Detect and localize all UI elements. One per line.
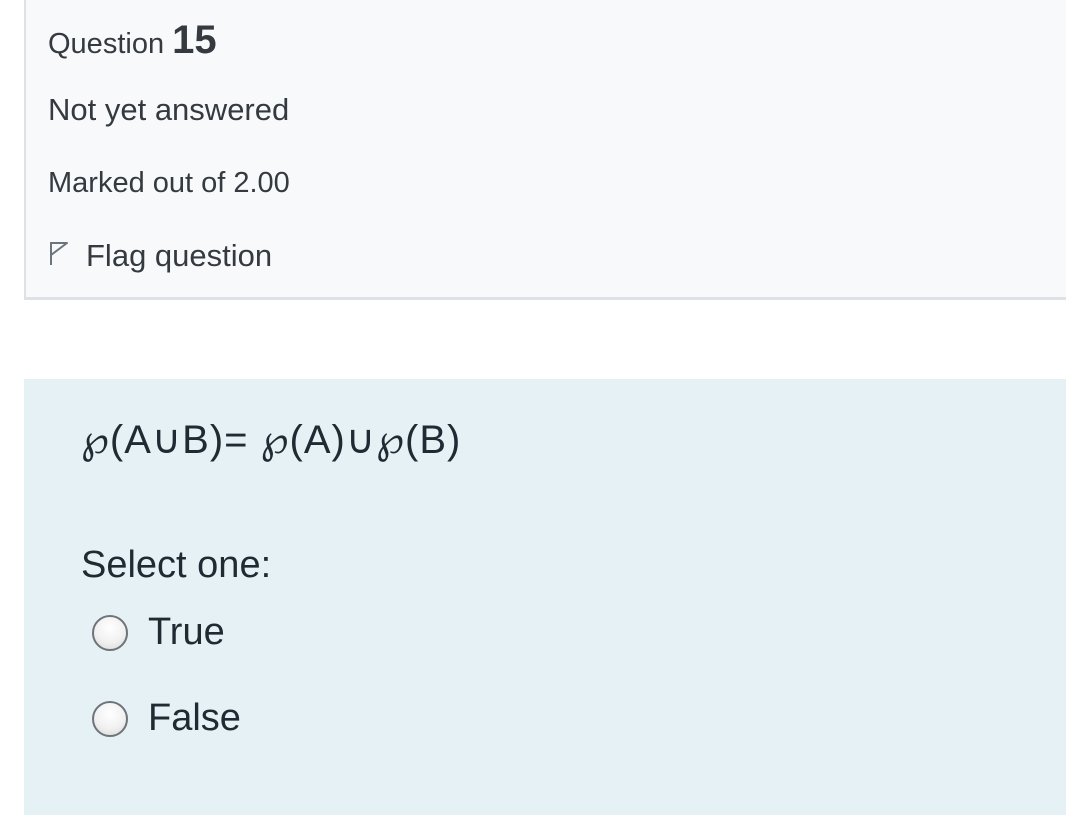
question-label: Question <box>48 28 165 60</box>
answer-label-true: True <box>148 611 225 653</box>
question-grade: Marked out of 2.00 <box>48 167 290 199</box>
answer-option-true[interactable]: True <box>92 611 225 654</box>
select-one-prompt: Select one: <box>81 544 272 586</box>
question-info-panel: Question 15 Not yet answered Marked out o… <box>24 0 1066 300</box>
question-number-value: 15 <box>172 18 217 62</box>
radio-button-true[interactable] <box>92 614 128 651</box>
flag-question-link[interactable]: Flag question <box>48 238 272 274</box>
radio-button-false[interactable] <box>92 700 128 737</box>
question-number: Question 15 <box>48 18 217 63</box>
question-state: Not yet answered <box>48 92 290 127</box>
answer-option-false[interactable]: False <box>92 697 241 740</box>
flag-icon <box>48 238 86 274</box>
flag-question-label: Flag question <box>86 238 273 273</box>
question-formulation: ℘(A∪B)= ℘(A)∪℘(B) Select one: True False <box>24 379 1066 815</box>
answer-label-false: False <box>148 697 241 739</box>
question-text: ℘(A∪B)= ℘(A)∪℘(B) <box>81 418 462 462</box>
